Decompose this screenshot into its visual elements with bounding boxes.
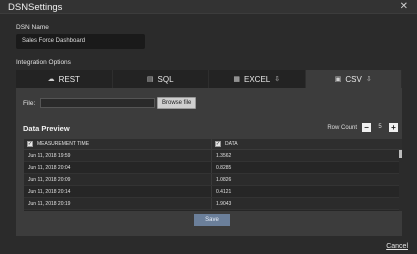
tab-sql[interactable]: ▤ SQL [113,70,209,88]
table-cell: 1.0826 [216,177,232,183]
data-preview-table: ✓ MEASUREMENT TIME ✓ DATA Jun 11, 2018 1… [24,139,402,211]
row-count-label: Row Count [327,124,357,131]
tab-label: SQL [157,74,174,84]
title-bar: DSNSettings ✕ [0,0,417,14]
dsn-name-label: DSN Name [16,24,49,31]
column-header-label: DATA [225,141,238,147]
row-count-value[interactable]: 5 [374,123,386,132]
download-icon: ⇩ [365,76,372,83]
table-cell: Jun 11, 2018 19:59 [24,150,212,161]
increment-button[interactable]: + [389,123,398,132]
table-cell: Jun 11, 2018 20:19 [24,198,212,209]
table-row: Jun 11, 2018 20:19 1.9043 [24,198,402,210]
table-row: Jun 11, 2018 20:04 0.8285 [24,162,402,174]
browse-file-button[interactable]: Browse file [157,97,197,109]
table-cell: 0.4121 [216,189,232,195]
table-cell: 0.8285 [216,165,232,171]
dsn-name-input[interactable]: Sales Force Dashboard [16,34,145,49]
tab-label: REST [58,74,80,84]
table-cell: Jun 11, 2018 20:14 [24,186,212,197]
table-cell: 1.9043 [216,201,232,207]
column-header-label: MEASUREMENT TIME [37,141,90,147]
tab-excel[interactable]: ▦ EXCEL ⇩ [209,70,306,88]
window-title: DSNSettings [8,2,63,13]
tab-rest[interactable]: ☁ REST [16,70,113,88]
file-input[interactable] [40,98,155,108]
tab-csv[interactable]: ▣ CSV ⇩ [305,70,402,88]
table-body: Jun 11, 2018 19:59 1.3562 Jun 11, 2018 2… [24,150,402,210]
database-icon: ▤ [146,76,154,83]
row-count-control: Row Count − 5 + [327,123,398,132]
csv-icon: ▣ [334,76,342,83]
table-cell: 1.3562 [216,153,232,159]
cancel-link[interactable]: Cancel [386,243,408,250]
tab-label: EXCEL [244,74,271,84]
table-header: ✓ MEASUREMENT TIME ✓ DATA [24,139,402,150]
column-header-data: ✓ DATA [212,139,397,149]
excel-icon: ▦ [233,76,240,83]
table-scrollbar-thumb[interactable] [399,150,402,158]
integration-options-label: Integration Options [16,59,71,66]
data-preview-title: Data Preview [23,124,70,133]
column-checkbox[interactable]: ✓ [27,141,33,147]
file-label: File: [23,100,36,107]
table-cell: Jun 11, 2018 20:09 [24,174,212,185]
table-cell: Jun 11, 2018 20:04 [24,162,212,173]
integration-tabs: ☁ REST ▤ SQL ▦ EXCEL ⇩ ▣ CSV ⇩ [16,70,402,88]
column-checkbox[interactable]: ✓ [215,141,221,147]
decrement-button[interactable]: − [362,123,371,132]
table-row: Jun 11, 2018 20:14 0.4121 [24,186,402,198]
column-header-measurement-time: ✓ MEASUREMENT TIME [24,139,212,149]
close-icon[interactable]: ✕ [400,1,408,12]
download-icon: ⇩ [274,76,281,83]
save-button[interactable]: Save [194,214,230,226]
cloud-icon: ☁ [47,76,55,83]
table-row: Jun 11, 2018 20:09 1.0826 [24,174,402,186]
table-row: Jun 11, 2018 19:59 1.3562 [24,150,402,162]
tab-label: CSV [345,74,362,84]
table-scrollbar[interactable] [399,150,402,211]
